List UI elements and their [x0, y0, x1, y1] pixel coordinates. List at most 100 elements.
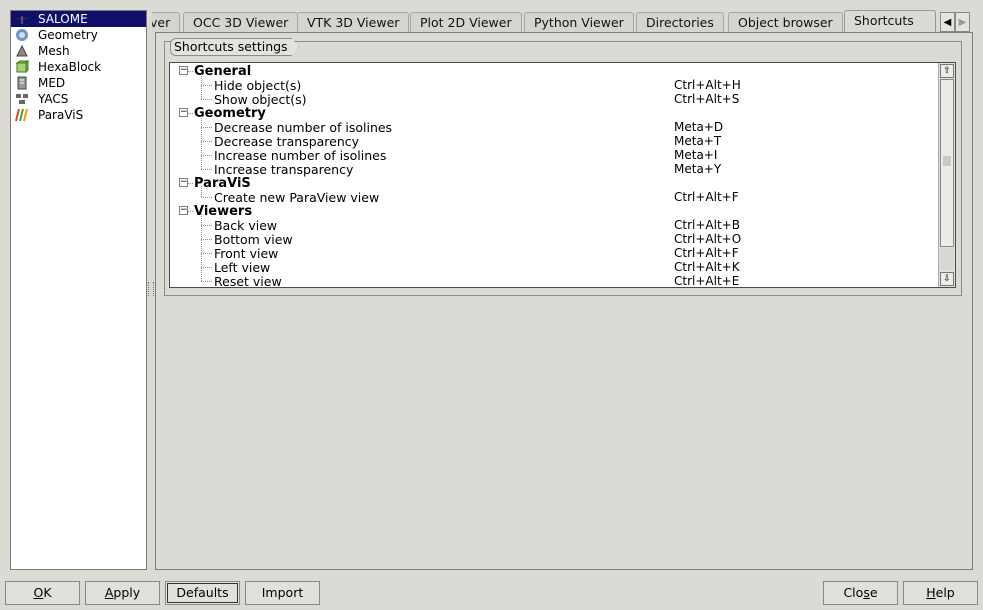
module-item-hexablock[interactable]: HexaBlock: [11, 59, 146, 75]
tab-object-browser[interactable]: Object browser: [728, 12, 843, 32]
tree-connector: [201, 74, 202, 99]
tree-connector: [201, 85, 212, 86]
shortcut-action[interactable]: Reset view: [214, 274, 282, 287]
group-title: Shortcuts settings: [170, 38, 299, 56]
category-row[interactable]: Geometry: [194, 106, 266, 121]
module-item-med[interactable]: MED: [11, 75, 146, 91]
tree-connector: [201, 281, 212, 282]
tab-plot-2d-viewer[interactable]: Plot 2D Viewer: [410, 12, 522, 32]
collapse-toggle-icon[interactable]: −: [179, 66, 188, 75]
shortcut-action[interactable]: Decrease transparency: [214, 134, 359, 149]
tree-connector: [188, 211, 193, 212]
shortcut-key[interactable]: Ctrl+Alt+O: [674, 232, 741, 246]
shortcut-action[interactable]: Left view: [214, 260, 270, 275]
collapse-toggle-icon[interactable]: −: [179, 178, 188, 187]
med-icon: [14, 76, 30, 90]
shortcut-key[interactable]: Ctrl+Alt+S: [674, 92, 739, 106]
shortcut-key[interactable]: Ctrl+Alt+F: [674, 190, 739, 204]
shortcut-action[interactable]: Show object(s): [214, 92, 307, 107]
import-button[interactable]: Import: [245, 581, 320, 605]
scroll-up-button[interactable]: ⇧: [940, 64, 954, 78]
collapse-toggle-icon[interactable]: −: [179, 108, 188, 117]
help-label: elp: [935, 585, 955, 600]
shortcut-action[interactable]: Front view: [214, 246, 278, 261]
yacs-icon: [14, 92, 30, 106]
module-item-salome[interactable]: SALOME: [11, 11, 146, 27]
tab-scroll-right-button[interactable]: ▶: [955, 12, 970, 32]
shortcut-key[interactable]: Ctrl+Alt+B: [674, 218, 740, 232]
module-list[interactable]: SALOME Geometry Mesh HexaBlock MED YACS ParaVi…: [10, 10, 147, 570]
shortcut-action[interactable]: Decrease number of isolines: [214, 120, 392, 135]
shortcut-key[interactable]: Ctrl+Alt+K: [674, 260, 740, 274]
tree-connector: [201, 197, 212, 198]
module-item-mesh[interactable]: Mesh: [11, 43, 146, 59]
scroll-track[interactable]: [940, 248, 954, 270]
tree-connector: [201, 127, 212, 128]
arrow-up-icon: ⇧: [943, 66, 951, 76]
module-item-paravis[interactable]: ParaViS: [11, 107, 146, 123]
tab-vtk-3d-viewer[interactable]: VTK 3D Viewer: [297, 12, 410, 32]
import-label: Import: [261, 585, 304, 600]
tree-connector: [201, 253, 212, 254]
paravis-icon: [14, 108, 30, 122]
shortcut-action[interactable]: Create new ParaView view: [214, 190, 379, 205]
collapse-toggle-icon[interactable]: −: [179, 206, 188, 215]
splitter-handle[interactable]: [148, 282, 154, 296]
shortcut-action[interactable]: Back view: [214, 218, 277, 233]
apply-button[interactable]: Apply: [85, 581, 160, 605]
tab-occ-3d-viewer[interactable]: OCC 3D Viewer: [183, 12, 299, 32]
module-label: HexaBlock: [38, 60, 102, 74]
scroll-down-button[interactable]: ⇩: [940, 272, 954, 286]
tab-label: Directories: [646, 15, 714, 30]
tab-partial[interactable]: ver: [152, 12, 181, 32]
arrow-left-icon: ◀: [943, 16, 952, 28]
shortcut-key[interactable]: Ctrl+Alt+F: [674, 246, 739, 260]
tree-connector: [201, 155, 212, 156]
tree-connector: [201, 214, 202, 281]
group-title-label: Shortcuts settings: [174, 39, 288, 54]
grip-icon: [943, 156, 951, 166]
shortcut-key[interactable]: Ctrl+Alt+E: [674, 274, 739, 287]
shortcut-action[interactable]: Increase transparency: [214, 162, 353, 177]
close-button[interactable]: Close: [823, 581, 898, 605]
arrow-down-icon: ⇩: [943, 274, 951, 284]
tree-connector: [188, 183, 193, 184]
module-label: SALOME: [38, 12, 88, 26]
tree-connector: [201, 99, 212, 100]
shortcut-key[interactable]: Meta+Y: [674, 162, 721, 176]
shortcut-key[interactable]: Meta+T: [674, 134, 721, 148]
shortcut-action[interactable]: Increase number of isolines: [214, 148, 386, 163]
shortcut-key[interactable]: Meta+D: [674, 120, 723, 134]
tab-directories[interactable]: Directories: [636, 12, 724, 32]
tab-python-viewer[interactable]: Python Viewer: [524, 12, 634, 32]
shortcut-action[interactable]: Bottom view: [214, 232, 293, 247]
tree-connector: [201, 239, 212, 240]
vertical-scrollbar[interactable]: ⇧ ⇩: [938, 63, 955, 287]
module-label: Mesh: [38, 44, 70, 58]
shortcut-key[interactable]: Meta+I: [674, 148, 717, 162]
hexablock-icon: [14, 60, 30, 74]
module-item-geometry[interactable]: Geometry: [11, 27, 146, 43]
shortcuts-tree[interactable]: ⇧ ⇩ − General Hide object(s) Ctrl+Alt+H Show…: [169, 62, 956, 288]
tab-shortcuts[interactable]: Shortcuts: [844, 10, 936, 32]
shortcut-action[interactable]: Hide object(s): [214, 78, 301, 93]
category-row[interactable]: ParaViS: [194, 176, 251, 191]
tree-connector: [188, 113, 193, 114]
defaults-button[interactable]: Defaults: [165, 581, 240, 605]
category-row[interactable]: Viewers: [194, 204, 252, 219]
close-label-pre: Clo: [843, 585, 864, 600]
tab-scroll-left-button[interactable]: ◀: [940, 12, 955, 32]
tab-label: OCC 3D Viewer: [193, 15, 289, 30]
tab-label: Shortcuts: [854, 13, 914, 28]
help-mnemonic: H: [926, 585, 936, 600]
tab-label: Python Viewer: [534, 15, 624, 30]
help-button[interactable]: Help: [903, 581, 978, 605]
tab-label: VTK 3D Viewer: [307, 15, 400, 30]
scroll-thumb[interactable]: [940, 79, 954, 247]
shortcut-key[interactable]: Ctrl+Alt+H: [674, 78, 741, 92]
salome-icon: [14, 12, 30, 26]
ok-button[interactable]: OK: [5, 581, 80, 605]
tree-connector: [201, 267, 212, 268]
category-row[interactable]: General: [194, 64, 251, 79]
module-item-yacs[interactable]: YACS: [11, 91, 146, 107]
